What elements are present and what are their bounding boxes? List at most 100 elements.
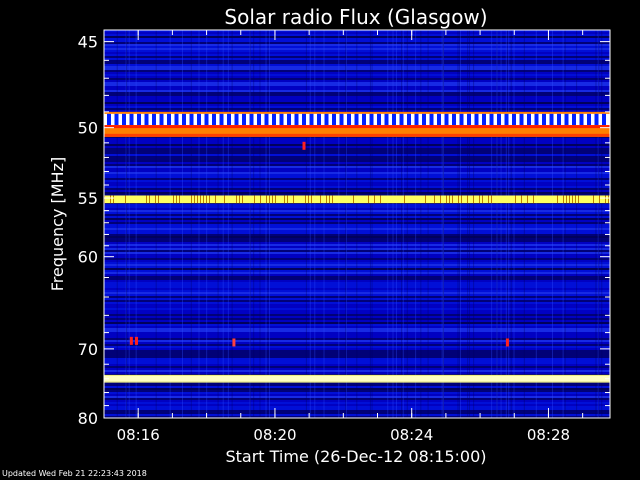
band-pulse [324,113,329,126]
band-pulse [257,113,261,126]
time-striation [415,30,417,418]
time-striation [508,30,510,418]
band-texture [146,195,147,204]
time-striation [601,30,603,418]
band-pulse [519,113,524,126]
band-pulse [564,113,569,126]
time-striation [206,30,208,418]
band-texture [569,195,570,204]
band-texture [605,195,606,204]
band-texture [446,195,447,204]
band-pulse [399,113,404,126]
band-pulse [482,113,486,126]
band-texture [191,195,192,204]
band-pulse [534,113,539,126]
band-texture [488,195,489,204]
time-striation [314,30,316,418]
time-striation [395,30,397,418]
band-texture [482,195,483,204]
time-striation [496,30,498,418]
band-edge [104,374,610,376]
band-texture [599,195,600,204]
emission-band [104,375,610,382]
band-texture [374,195,375,204]
band-texture [275,195,276,204]
band-texture [242,195,243,204]
time-striation [392,30,394,418]
plot-area [104,30,610,418]
band-texture [110,195,111,204]
y-axis-label: Frequency [MHz] [48,157,67,291]
band-pulse [137,113,141,126]
band-texture [563,195,564,204]
band-pulse [249,113,254,126]
time-striation [458,30,460,418]
band-texture [272,195,273,204]
time-striation [406,30,408,418]
band-texture [521,195,522,204]
band-texture [308,195,309,204]
band-pulse [197,113,201,126]
band-texture [440,195,441,204]
time-striation [491,30,493,418]
time-striation [598,30,600,418]
band-pulse [339,113,344,126]
band-pulse [557,113,561,126]
band-pulse [309,113,314,126]
band-edge [104,133,610,137]
time-striation [253,30,255,418]
band-texture [311,195,312,204]
time-striation [510,30,512,418]
time-striation [198,30,200,418]
band-pulse [512,113,516,126]
band-pulse [392,113,396,126]
band-texture [404,195,405,204]
band-texture [260,195,261,204]
band-texture [575,195,576,204]
band-texture [158,195,159,204]
emission-spot [302,141,306,150]
band-pulse [204,113,209,126]
time-striation [369,30,371,418]
band-pulse [212,113,216,126]
band-pulse [347,113,351,126]
band-texture [467,195,468,204]
band-texture [179,195,180,204]
band-pulse [527,113,531,126]
time-striation [523,30,525,418]
emission-spot [129,336,133,345]
emission-spot [232,338,236,347]
band-pulse [167,113,171,126]
band-pulse [152,113,156,126]
time-striation [259,30,261,418]
band-pulse [264,113,269,126]
time-striation [338,30,340,418]
band-texture [113,195,114,204]
band-pulse [287,113,291,126]
band-texture [206,195,207,204]
band-texture [287,195,288,204]
band-pulse [467,113,471,126]
time-striation [371,30,373,418]
time-striation [155,30,157,418]
time-striation [457,30,459,418]
band-texture [491,195,492,204]
emission-spot [134,336,138,345]
band-pulse [159,113,164,126]
band-pulse [122,113,126,126]
time-striation [135,30,137,418]
band-pulse [594,113,599,126]
band-texture [572,195,573,204]
y-tick-label: 55 [78,189,98,208]
time-striation [441,30,443,418]
band-texture [527,195,528,204]
band-texture [176,195,177,204]
x-axis-label: Start Time (26-Dec-12 08:15:00) [225,447,486,466]
time-striation [169,30,171,418]
chart-title: Solar radio Flux (Glasgow) [224,5,487,29]
time-striation [268,30,270,418]
band-texture [200,195,201,204]
band-pulse [542,113,546,126]
band-pulse [602,113,606,126]
band-texture [326,195,327,204]
